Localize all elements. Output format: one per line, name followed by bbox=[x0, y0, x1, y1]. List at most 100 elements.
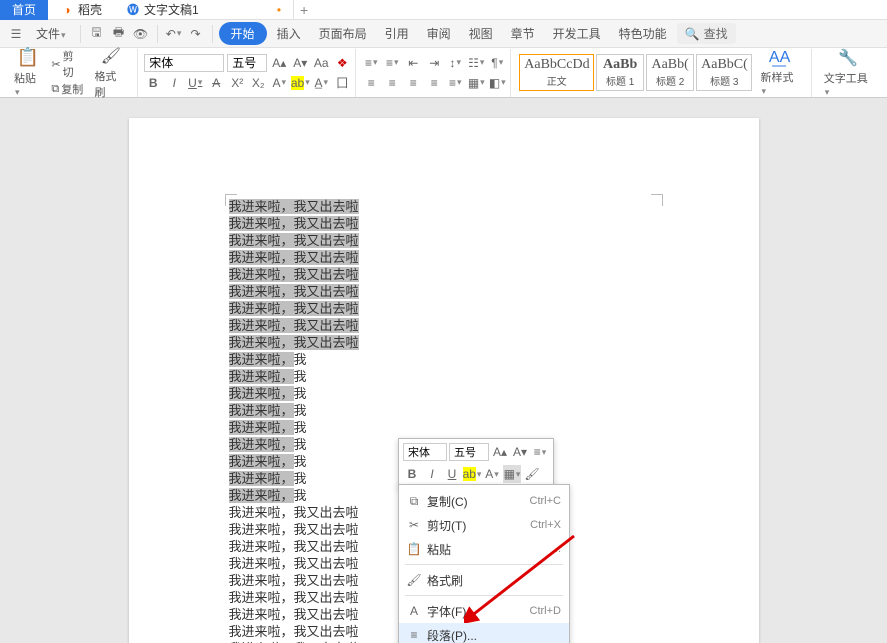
ctx-copy[interactable]: ⧉ 复制(C) Ctrl+C bbox=[399, 489, 569, 513]
mini-grow-font-icon[interactable]: A▴ bbox=[491, 443, 509, 461]
text-line[interactable]: 我进来啦，我又出去啦 bbox=[229, 334, 659, 351]
change-case-icon[interactable]: Aa bbox=[312, 54, 330, 72]
text-line[interactable]: 我进来啦，我又出去啦 bbox=[229, 317, 659, 334]
text-line[interactable]: 我进来啦，我又出去啦 bbox=[229, 249, 659, 266]
menu-layout[interactable]: 页面布局 bbox=[311, 22, 375, 45]
redo-icon[interactable]: ↷ bbox=[186, 24, 206, 44]
save-icon[interactable]: 🖫 bbox=[87, 24, 107, 44]
menu-insert[interactable]: 插入 bbox=[269, 22, 309, 45]
mini-italic-icon[interactable]: I bbox=[423, 465, 441, 483]
tab-daoke[interactable]: ◑ 稻壳 bbox=[48, 0, 114, 20]
menu-chapter[interactable]: 章节 bbox=[503, 22, 543, 45]
style-body[interactable]: AaBbCcDd 正文 bbox=[519, 54, 594, 91]
mini-shading-icon[interactable]: ▦▾ bbox=[503, 465, 521, 483]
line-spacing-icon[interactable]: ↕▾ bbox=[446, 54, 464, 72]
undo-icon[interactable]: ↶▾ bbox=[164, 24, 184, 44]
mini-format-painter-icon[interactable]: 🖌 bbox=[523, 465, 541, 483]
margin-corner-tl bbox=[225, 194, 237, 206]
style-h2[interactable]: AaBb( 标题 2 bbox=[646, 54, 694, 91]
menu-special[interactable]: 特色功能 bbox=[611, 22, 675, 45]
highlight-icon[interactable]: ab▾ bbox=[291, 74, 309, 92]
cut-icon: ✂ bbox=[407, 518, 421, 532]
text-line[interactable]: 我进来啦，我又出去啦 bbox=[229, 300, 659, 317]
font-size-input[interactable] bbox=[227, 54, 267, 72]
text-line[interactable]: 我进来啦，我 bbox=[229, 402, 659, 419]
menu-dev[interactable]: 开发工具 bbox=[545, 22, 609, 45]
number-list-icon[interactable]: ≡▾ bbox=[383, 54, 401, 72]
bullet-list-icon[interactable]: ≡▾ bbox=[362, 54, 380, 72]
text-line[interactable]: 我进来啦，我又出去啦 bbox=[229, 232, 659, 249]
cut-button[interactable]: ✂剪切 bbox=[51, 48, 84, 80]
mini-font-size[interactable] bbox=[449, 443, 489, 461]
increase-indent-icon[interactable]: ⇥ bbox=[425, 54, 443, 72]
align-right-icon[interactable]: ≡ bbox=[404, 74, 422, 92]
text-line[interactable]: 我进来啦，我 bbox=[229, 419, 659, 436]
superscript-icon[interactable]: X² bbox=[228, 74, 246, 92]
shading-icon[interactable]: ◧▾ bbox=[488, 74, 506, 92]
tools-group: 🔧 文字工具▾ bbox=[814, 49, 883, 97]
border-icon[interactable]: ▦▾ bbox=[467, 74, 485, 92]
new-tab-button[interactable]: + bbox=[294, 2, 314, 18]
text-line[interactable]: 我进来啦，我又出去啦 bbox=[229, 215, 659, 232]
text-line[interactable]: 我进来啦，我又出去啦 bbox=[229, 283, 659, 300]
print-icon[interactable]: 🖶 bbox=[109, 24, 129, 44]
align-left-icon[interactable]: ≡ bbox=[362, 74, 380, 92]
copy-button[interactable]: ⧉复制 bbox=[51, 81, 84, 97]
search-box[interactable]: 🔍 查找 bbox=[677, 23, 736, 44]
menu-start[interactable]: 开始 bbox=[219, 22, 267, 45]
ctx-format-painter[interactable]: 🖌 格式刷 bbox=[399, 568, 569, 592]
underline-icon[interactable]: U▾ bbox=[186, 74, 204, 92]
format-painter-button[interactable]: 🖌 格式刷 bbox=[88, 44, 133, 102]
mini-bold-icon[interactable]: B bbox=[403, 465, 421, 483]
tab-document[interactable]: 🅦 文字文稿1 • bbox=[114, 0, 294, 20]
distribute-icon[interactable]: ≡▾ bbox=[446, 74, 464, 92]
paste-button[interactable]: 📋 粘贴▾ bbox=[8, 45, 47, 100]
ctx-cut-label: 剪切(T) bbox=[427, 517, 524, 534]
mini-font-name[interactable] bbox=[403, 443, 447, 461]
mini-shrink-font-icon[interactable]: A▾ bbox=[511, 443, 529, 461]
paste-icon: 📋 bbox=[407, 542, 421, 556]
grow-font-icon[interactable]: A▴ bbox=[270, 54, 288, 72]
text-line[interactable]: 我进来啦，我又出去啦 bbox=[229, 198, 659, 215]
menu-review[interactable]: 审阅 bbox=[419, 22, 459, 45]
subscript-icon[interactable]: X₂ bbox=[249, 74, 267, 92]
show-marks-icon[interactable]: ¶▾ bbox=[488, 54, 506, 72]
styles-group: AaBbCcDd 正文 AaBb 标题 1 AaBb( 标题 2 AaBbC( … bbox=[513, 49, 811, 97]
align-justify-icon[interactable]: ≡ bbox=[425, 74, 443, 92]
text-line[interactable]: 我进来啦，我 bbox=[229, 368, 659, 385]
app-menu-icon[interactable]: ☰ bbox=[6, 24, 26, 44]
italic-icon[interactable]: I bbox=[165, 74, 183, 92]
font-color-icon[interactable]: A▾ bbox=[270, 74, 288, 92]
ctx-font[interactable]: A 字体(F)... Ctrl+D bbox=[399, 599, 569, 623]
print-preview-icon[interactable]: 👁 bbox=[131, 24, 151, 44]
shrink-font-icon[interactable]: A▾ bbox=[291, 54, 309, 72]
font-name-input[interactable] bbox=[144, 54, 224, 72]
new-style-button[interactable]: A͟A 新样式▾ bbox=[754, 47, 804, 99]
mini-highlight-icon[interactable]: ab▾ bbox=[463, 465, 481, 483]
ctx-cut[interactable]: ✂ 剪切(T) Ctrl+X bbox=[399, 513, 569, 537]
clear-format-icon[interactable]: ❖ bbox=[333, 54, 351, 72]
align-center-icon[interactable]: ≡ bbox=[383, 74, 401, 92]
text-tool-button[interactable]: 🔧 文字工具▾ bbox=[818, 46, 879, 100]
mini-font-color-icon[interactable]: A▾ bbox=[483, 465, 501, 483]
style-h3[interactable]: AaBbC( 标题 3 bbox=[696, 54, 752, 91]
tab-home[interactable]: 首页 bbox=[0, 0, 48, 20]
strike-icon[interactable]: A bbox=[207, 74, 225, 92]
ctx-paste[interactable]: 📋 粘贴 ... bbox=[399, 537, 569, 561]
bold-icon[interactable]: B bbox=[144, 74, 162, 92]
tab-bar: 首页 ◑ 稻壳 🅦 文字文稿1 • + bbox=[0, 0, 887, 20]
text-line[interactable]: 我进来啦，我 bbox=[229, 351, 659, 368]
sort-icon[interactable]: ☷▾ bbox=[467, 54, 485, 72]
ctx-paragraph[interactable]: ≡ 段落(P)... bbox=[399, 623, 569, 643]
mini-underline-icon[interactable]: U bbox=[443, 465, 461, 483]
menu-reference[interactable]: 引用 bbox=[377, 22, 417, 45]
menu-view[interactable]: 视图 bbox=[461, 22, 501, 45]
text-line[interactable]: 我进来啦，我又出去啦 bbox=[229, 266, 659, 283]
decrease-indent-icon[interactable]: ⇤ bbox=[404, 54, 422, 72]
mini-list-icon[interactable]: ≡▾ bbox=[531, 443, 549, 461]
text-line[interactable]: 我进来啦，我 bbox=[229, 385, 659, 402]
menu-file[interactable]: 文件▾ bbox=[28, 22, 74, 45]
style-h1[interactable]: AaBb 标题 1 bbox=[596, 54, 644, 91]
char-shading-icon[interactable]: 囗 bbox=[333, 74, 351, 92]
char-border-icon[interactable]: A̲▾ bbox=[312, 74, 330, 92]
